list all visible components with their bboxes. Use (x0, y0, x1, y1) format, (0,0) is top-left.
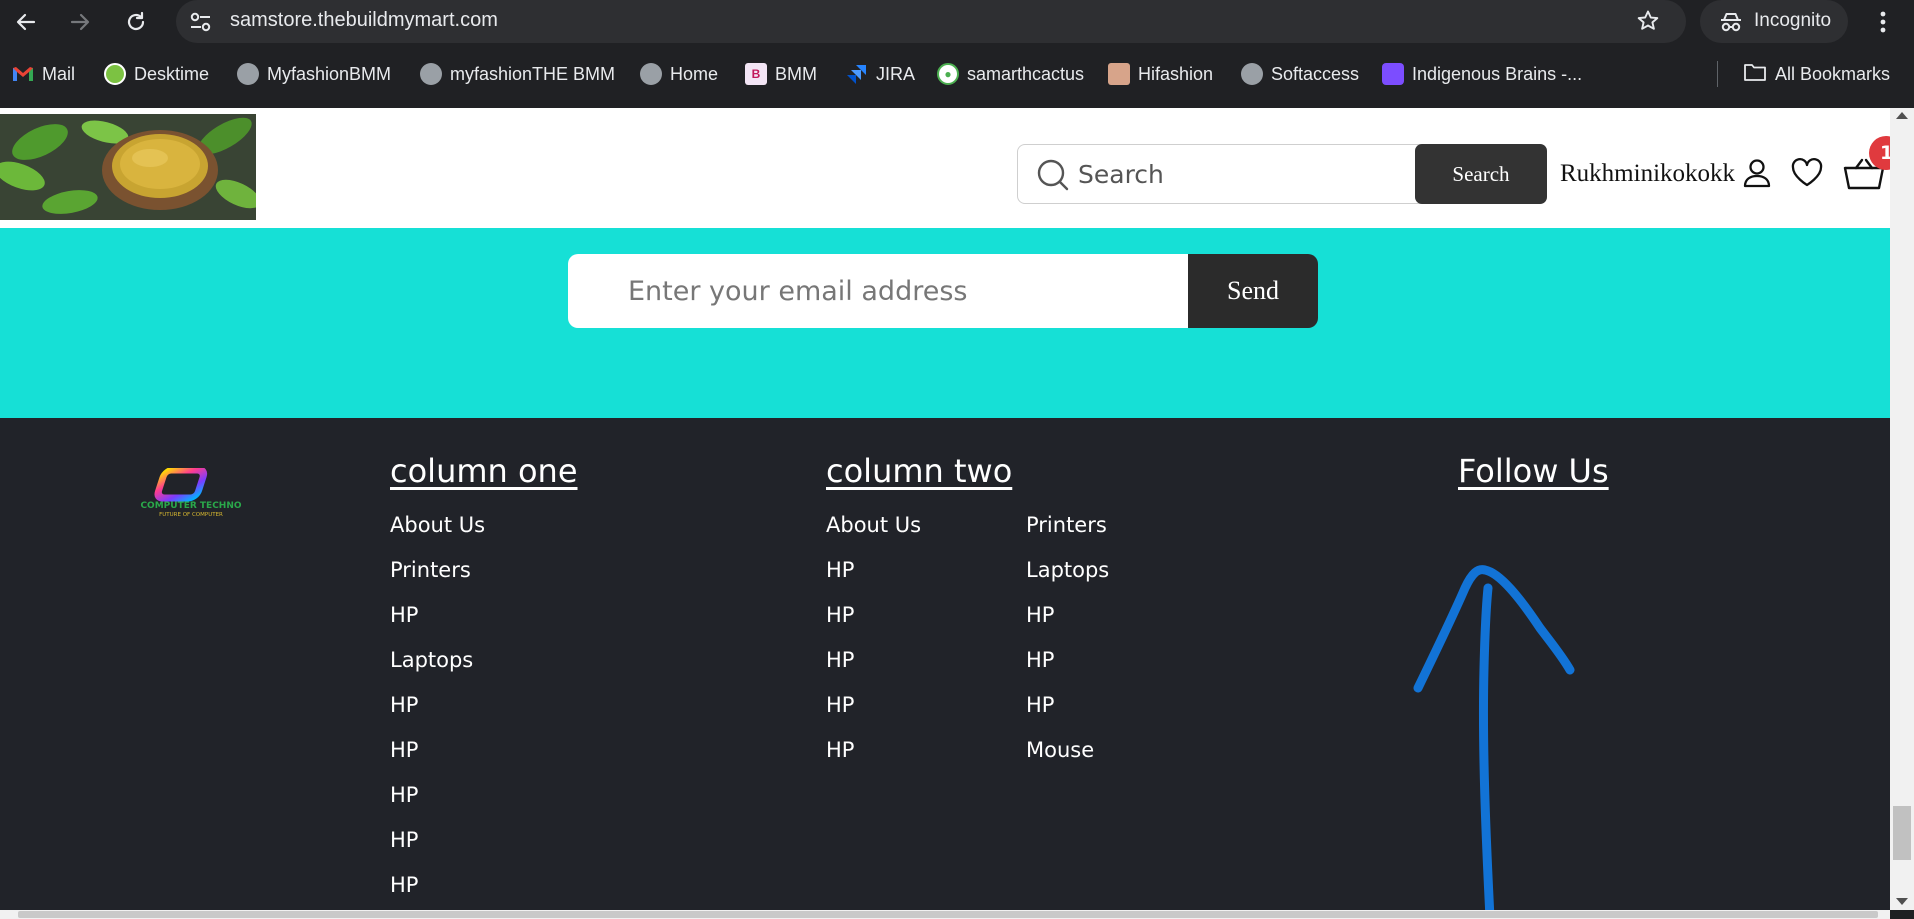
bookmark-jira[interactable]: JIRA (846, 59, 915, 89)
bookmark-star-icon[interactable] (1636, 9, 1660, 37)
footer-link[interactable]: HP (390, 603, 485, 648)
incognito-icon (1718, 10, 1744, 38)
wishlist-heart-icon[interactable] (1790, 157, 1824, 193)
vertical-scrollbar[interactable] (1890, 108, 1914, 910)
bookmark-label: Hifashion (1138, 63, 1214, 84)
footer-link[interactable]: HP (1026, 603, 1109, 648)
newsletter-email-input[interactable] (568, 254, 1190, 328)
bookmark-myfashion-the-bmm[interactable]: myfashionTHE BMM (420, 59, 615, 89)
footer-logo-text: COMPUTER TECHNO (140, 501, 241, 511)
more-vert-icon[interactable] (1868, 6, 1898, 38)
all-bookmarks-button[interactable]: All Bookmarks (1743, 59, 1890, 89)
newsletter-section: Send (0, 228, 1890, 418)
footer-link[interactable]: Printers (1026, 513, 1109, 558)
footer-link[interactable]: HP (390, 828, 485, 873)
scroll-down-arrow-icon[interactable] (1896, 898, 1908, 905)
footer-link[interactable]: HP (826, 603, 921, 648)
site-logo-image[interactable] (0, 114, 256, 220)
vertical-scroll-thumb[interactable] (1893, 806, 1911, 860)
reload-icon[interactable] (120, 6, 152, 38)
jira-icon (846, 63, 868, 85)
bookmark-myfashionbmm[interactable]: MyfashionBMM (237, 59, 391, 89)
forward-arrow-icon[interactable] (64, 6, 96, 38)
hifashion-icon (1108, 63, 1130, 85)
footer-link[interactable]: HP (1026, 693, 1109, 738)
globe-icon (237, 63, 259, 85)
search-icon (1036, 158, 1070, 196)
site-header: Search Rukhminikokokk 1 (0, 108, 1890, 228)
search-button[interactable]: Search (1415, 144, 1547, 204)
footer-link[interactable]: About Us (390, 513, 485, 558)
bookmark-label: myfashionTHE BMM (450, 63, 616, 84)
footer-logo[interactable]: COMPUTER TECHNO FUTURE OF COMPUTER (118, 466, 264, 518)
account-username[interactable]: Rukhminikokokk (1560, 160, 1735, 188)
bookmark-bmm[interactable]: B BMM (745, 59, 817, 89)
footer-link[interactable]: HP (1026, 648, 1109, 693)
footer-link[interactable]: HP (390, 693, 485, 738)
bookmarks-bar: Mail Desktime MyfashionBMM myfashionTHE … (0, 43, 1914, 108)
bookmark-softaccess[interactable]: Softaccess (1241, 59, 1359, 89)
footer-link[interactable]: HP (390, 738, 485, 783)
globe-icon (1241, 63, 1263, 85)
scroll-up-arrow-icon[interactable] (1896, 112, 1908, 119)
gmail-icon (12, 63, 34, 85)
footer-link[interactable]: Laptops (1026, 558, 1109, 603)
footer-link[interactable]: HP (826, 558, 921, 603)
site-settings-icon[interactable] (188, 10, 214, 38)
bmm-icon: B (745, 63, 767, 85)
footer-link[interactable]: About Us (826, 513, 921, 558)
folder-icon (1743, 62, 1767, 87)
column-one-heading[interactable]: column one (390, 452, 578, 490)
search-input[interactable] (1078, 153, 1408, 195)
footer-link[interactable]: Laptops (390, 648, 485, 693)
horizontal-scroll-thumb[interactable] (18, 911, 1878, 918)
bookmark-label: Mail (42, 63, 76, 84)
bookmark-label: samarthcactus (967, 63, 1085, 84)
bookmark-home[interactable]: Home (640, 59, 718, 89)
bookmark-label: MyfashionBMM (267, 63, 392, 84)
site-footer: COMPUTER TECHNO FUTURE OF COMPUTER colum… (0, 418, 1890, 910)
footer-link[interactable]: HP (390, 783, 485, 828)
incognito-chip[interactable]: Incognito (1700, 0, 1848, 43)
samarth-icon: ● (937, 63, 959, 85)
url-text[interactable]: samstore.thebuildmymart.com (230, 9, 498, 32)
bookmark-label: Home (670, 63, 719, 84)
footer-link[interactable]: HP (826, 693, 921, 738)
address-bar[interactable]: samstore.thebuildmymart.com (176, 0, 1686, 43)
browser-toolbar: samstore.thebuildmymart.com Incognito (0, 0, 1914, 43)
bookmark-label: JIRA (876, 63, 916, 84)
footer-link[interactable]: HP (826, 738, 921, 783)
column-two-links-right: Printers Laptops HP HP HP Mouse (1026, 513, 1109, 783)
follow-us-heading[interactable]: Follow Us (1458, 452, 1609, 490)
desktime-icon (104, 63, 126, 85)
page-viewport: Search Rukhminikokokk 1 Send (0, 108, 1890, 910)
bookmark-label: Softaccess (1271, 63, 1360, 84)
user-icon[interactable] (1742, 157, 1772, 193)
bookmark-label: Indigenous Brains -... (1412, 63, 1583, 84)
footer-link[interactable]: HP (390, 873, 485, 910)
bookmark-label: Desktime (134, 63, 210, 84)
bookmark-label: BMM (775, 63, 817, 84)
bookmark-mail[interactable]: Mail (12, 59, 75, 89)
all-bookmarks-label: All Bookmarks (1775, 63, 1891, 84)
bookmark-indigenous-brains[interactable]: Indigenous Brains -... (1382, 59, 1582, 89)
column-two-heading[interactable]: column two (826, 452, 1012, 490)
newsletter-send-button[interactable]: Send (1188, 254, 1318, 328)
globe-icon (420, 63, 442, 85)
bookmarks-divider (1717, 61, 1718, 87)
column-two-links-left: About Us HP HP HP HP HP (826, 513, 921, 783)
indigenous-icon (1382, 63, 1404, 85)
back-arrow-icon[interactable] (10, 6, 42, 38)
footer-link[interactable]: Mouse (1026, 738, 1109, 783)
footer-logo-tagline: FUTURE OF COMPUTER (159, 512, 223, 518)
bookmark-desktime[interactable]: Desktime (104, 59, 209, 89)
footer-link[interactable]: HP (826, 648, 921, 693)
column-one-links: About Us Printers HP Laptops HP HP HP HP… (390, 513, 485, 910)
globe-icon (640, 63, 662, 85)
bookmark-samarthcactus[interactable]: ● samarthcactus (937, 59, 1084, 89)
bookmark-hifashion[interactable]: Hifashion (1108, 59, 1213, 89)
incognito-label: Incognito (1754, 10, 1832, 31)
footer-link[interactable]: Printers (390, 558, 485, 603)
